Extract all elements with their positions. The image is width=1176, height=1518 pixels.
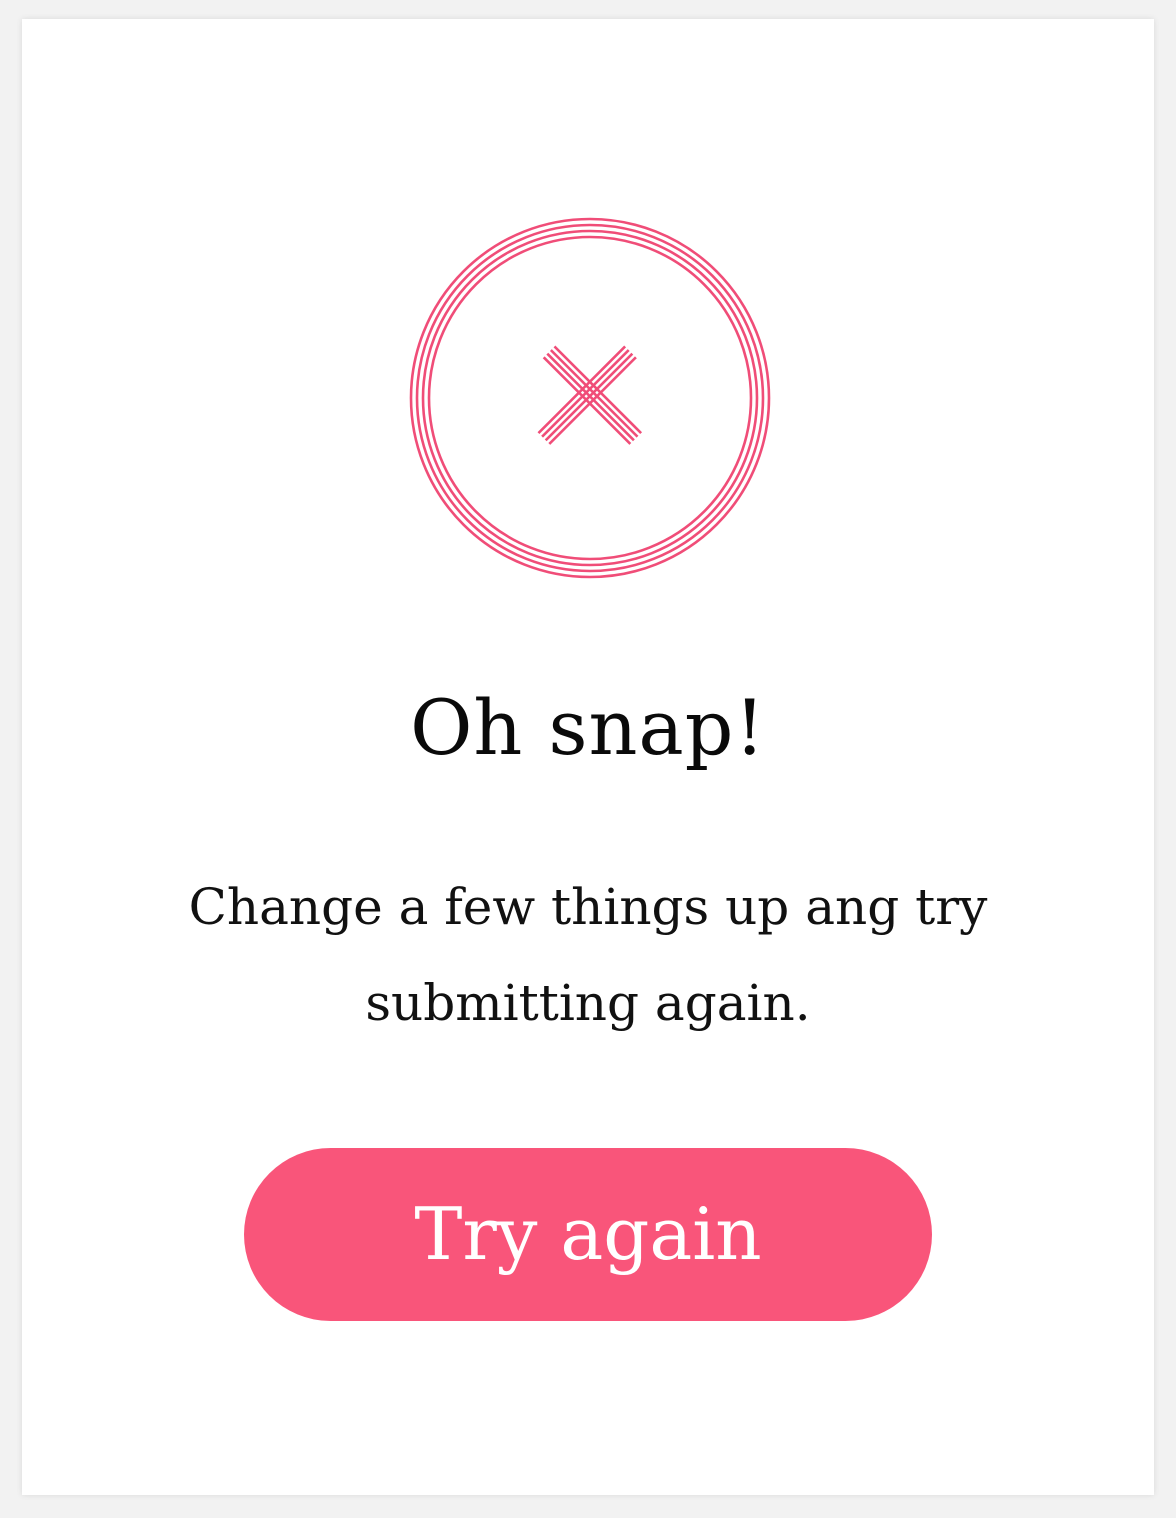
dialog-message: Change a few things up ang try submittin…	[188, 878, 988, 1032]
dialog-title: Oh snap!	[410, 683, 766, 772]
error-circle-icon	[409, 217, 771, 579]
try-again-button[interactable]: Try again	[244, 1148, 932, 1321]
close-icon	[537, 345, 643, 445]
error-dialog: Oh snap! Change a few things up ang try …	[22, 19, 1154, 1495]
